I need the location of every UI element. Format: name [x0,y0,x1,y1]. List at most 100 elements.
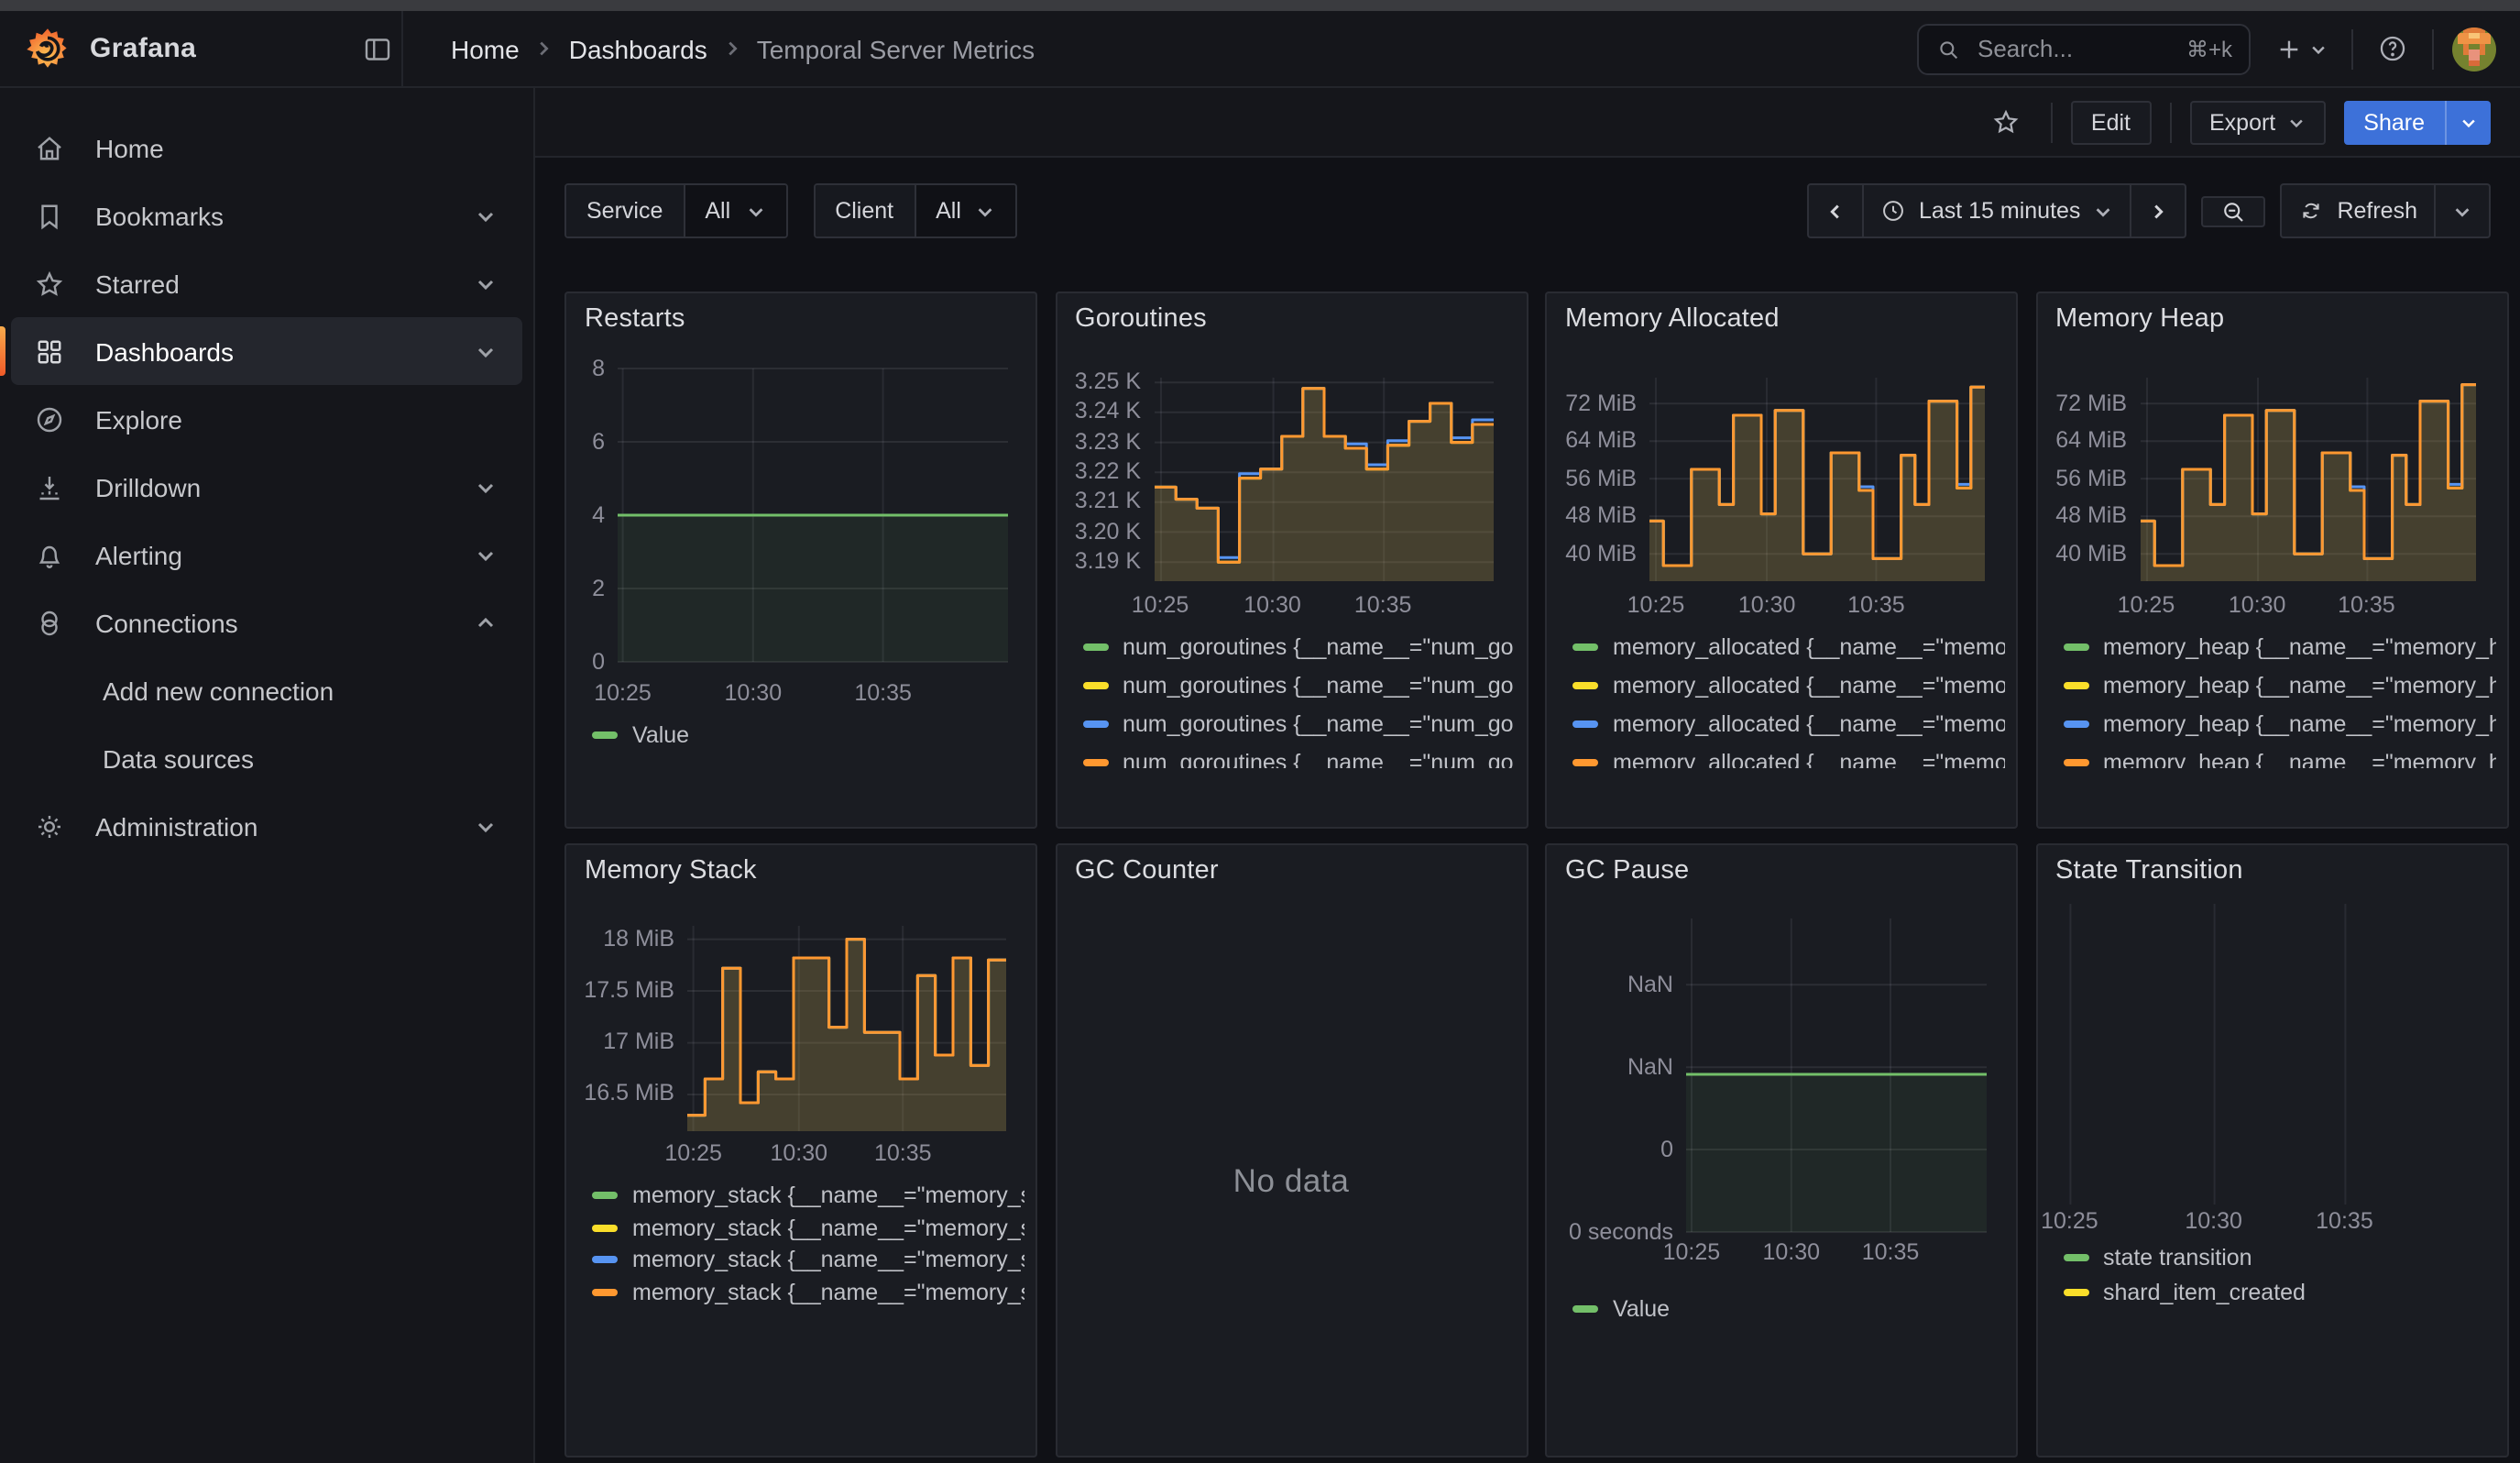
legend: memory_stack {__name__="memory_s memory_s… [592,1181,1024,1327]
legend-item[interactable]: memory_allocated {__name__="memo [1572,748,2005,768]
legend-item[interactable]: memory_allocated {__name__="memo [1572,671,2005,700]
toolbar-divider [2169,102,2171,142]
legend-item[interactable]: Value [592,720,1024,750]
legend-item[interactable]: num_goroutines {__name__="num_go [1082,748,1515,768]
y-tick-label: 56 MiB [1549,465,1637,492]
filter-label: Client [815,185,915,236]
search-field[interactable] [1974,33,2174,64]
zoom-out-button[interactable] [2201,195,2265,226]
app-title: Grafana [90,33,196,64]
chevron-down-icon[interactable] [475,544,497,566]
sidebar-item-data-sources[interactable]: Data sources [11,724,522,792]
legend-item[interactable]: num_goroutines {__name__="num_go [1082,710,1515,739]
sidebar-item-explore[interactable]: Explore [11,385,522,453]
grafana-logo-icon[interactable] [24,25,71,72]
sidebar-item-home[interactable]: Home [11,114,522,182]
legend-item[interactable]: shard_item_created [2063,1277,2495,1306]
dashboards-grid-icon [29,335,70,368]
time-shift-forward-button[interactable] [2131,183,2186,238]
dock-menu-icon[interactable] [361,32,394,65]
legend: Value [1572,1294,2005,1349]
dashboard-canvas: Service All Client All Last 15 minutes [535,158,2520,1463]
legend-item[interactable]: memory_allocated {__name__="memo [1572,710,2005,739]
chevron-down-icon[interactable] [475,272,497,294]
y-tick-label: 16.5 MiB [572,1081,674,1108]
chart-plot-area[interactable] [687,926,1006,1131]
help-icon[interactable] [2372,28,2414,70]
legend-label: memory_allocated {__name__="memo [1613,673,2005,698]
sidebar-item-dashboards[interactable]: Dashboards [11,317,522,385]
edit-button[interactable]: Edit [2071,100,2151,144]
share-button[interactable]: Share [2343,100,2445,144]
service-filter-value[interactable]: All [685,185,785,236]
favorite-star-icon[interactable] [1979,106,2032,138]
refresh-icon [2298,198,2324,224]
chevron-up-icon[interactable] [475,611,497,633]
avatar[interactable] [2452,27,2496,71]
y-tick-label: 4 [572,501,605,529]
y-tick-label: 0 [1549,1136,1673,1163]
export-button[interactable]: Export [2189,100,2325,144]
y-tick-label: 3.21 K [1057,489,1141,516]
chevron-down-icon[interactable] [475,815,497,837]
sidebar-item-add-new-connection[interactable]: Add new connection [11,656,522,724]
legend-swatch [592,1224,618,1231]
legend-swatch [2063,682,2088,689]
panel-state-transition: State Transition 10:2510:3010:35state tr… [2035,843,2508,1458]
sidebar-item-starred[interactable]: Starred [11,249,522,317]
sidebar-item-administration[interactable]: Administration [11,792,522,860]
y-tick-label: 40 MiB [2039,540,2127,567]
sidebar-item-bookmarks[interactable]: Bookmarks [11,182,522,249]
chevron-down-icon[interactable] [475,340,497,362]
time-range-picker[interactable]: Last 15 minutes [1864,183,2132,238]
toolbar-divider [2051,102,2053,142]
add-new-button[interactable] [2269,28,2333,69]
breadcrumb-home[interactable]: Home [451,34,520,63]
x-tick-label: 10:35 [2322,592,2410,618]
chart-plot-area[interactable] [2052,904,2495,1204]
chart-plot-area[interactable] [618,368,1008,662]
legend-label: memory_heap {__name__="memory_h [2103,673,2495,698]
breadcrumb-dashboards[interactable]: Dashboards [569,34,707,63]
sidebar-item-drilldown[interactable]: Drilldown [11,453,522,521]
y-tick-label: 64 MiB [2039,427,2127,455]
chart-plot-area[interactable] [1649,378,1985,581]
legend-swatch [2063,759,2088,766]
legend-label: num_goroutines {__name__="num_go [1123,750,1514,768]
legend-item[interactable]: memory_heap {__name__="memory_h [2063,748,2495,768]
x-tick-label: 10:30 [1229,592,1317,618]
chart-plot-area[interactable] [2140,378,2475,581]
chart-plot-area[interactable] [1686,918,1987,1232]
legend-item[interactable]: memory_heap {__name__="memory_h [2063,710,2495,739]
legend-item[interactable]: num_goroutines {__name__="num_go [1082,632,1515,662]
legend-item[interactable]: num_goroutines {__name__="num_go [1082,671,1515,700]
refresh-button[interactable]: Refresh [2280,183,2436,238]
legend-label: memory_heap {__name__="memory_h [2103,750,2495,768]
legend-swatch [592,732,618,739]
share-dropdown-button[interactable] [2445,100,2491,144]
legend-item[interactable]: memory_allocated {__name__="memo [1572,632,2005,662]
search-input[interactable]: ⌘+k [1917,23,2251,74]
legend-swatch [1082,682,1108,689]
legend-label: shard_item_created [2103,1279,2306,1304]
legend-item[interactable]: memory_stack {__name__="memory_s [592,1245,1024,1274]
refresh-interval-dropdown[interactable] [2436,183,2491,238]
sidebar-item-connections[interactable]: Connections [11,588,522,656]
legend-item[interactable]: memory_heap {__name__="memory_h [2063,671,2495,700]
chart-plot-area[interactable] [1154,378,1493,581]
legend-item[interactable]: memory_stack {__name__="memory_s [592,1277,1024,1306]
time-shift-back-button[interactable] [1807,183,1864,238]
legend-item[interactable]: memory_stack {__name__="memory_s [592,1213,1024,1242]
legend-label: memory_allocated {__name__="memo [1613,711,2005,737]
legend-item[interactable]: memory_heap {__name__="memory_h [2063,632,2495,662]
chevron-down-icon[interactable] [475,204,497,226]
legend-item[interactable]: state transition [2063,1243,2495,1272]
client-filter-value[interactable]: All [915,185,1016,236]
legend-item[interactable]: memory_stack {__name__="memory_s [592,1181,1024,1210]
legend-swatch [592,1288,618,1295]
chevron-down-icon[interactable] [475,476,497,498]
sidebar-item-alerting[interactable]: Alerting [11,521,522,588]
legend-item[interactable]: Value [1572,1294,2005,1324]
active-accent-bar [0,326,5,376]
legend-label: memory_allocated {__name__="memo [1613,750,2005,768]
